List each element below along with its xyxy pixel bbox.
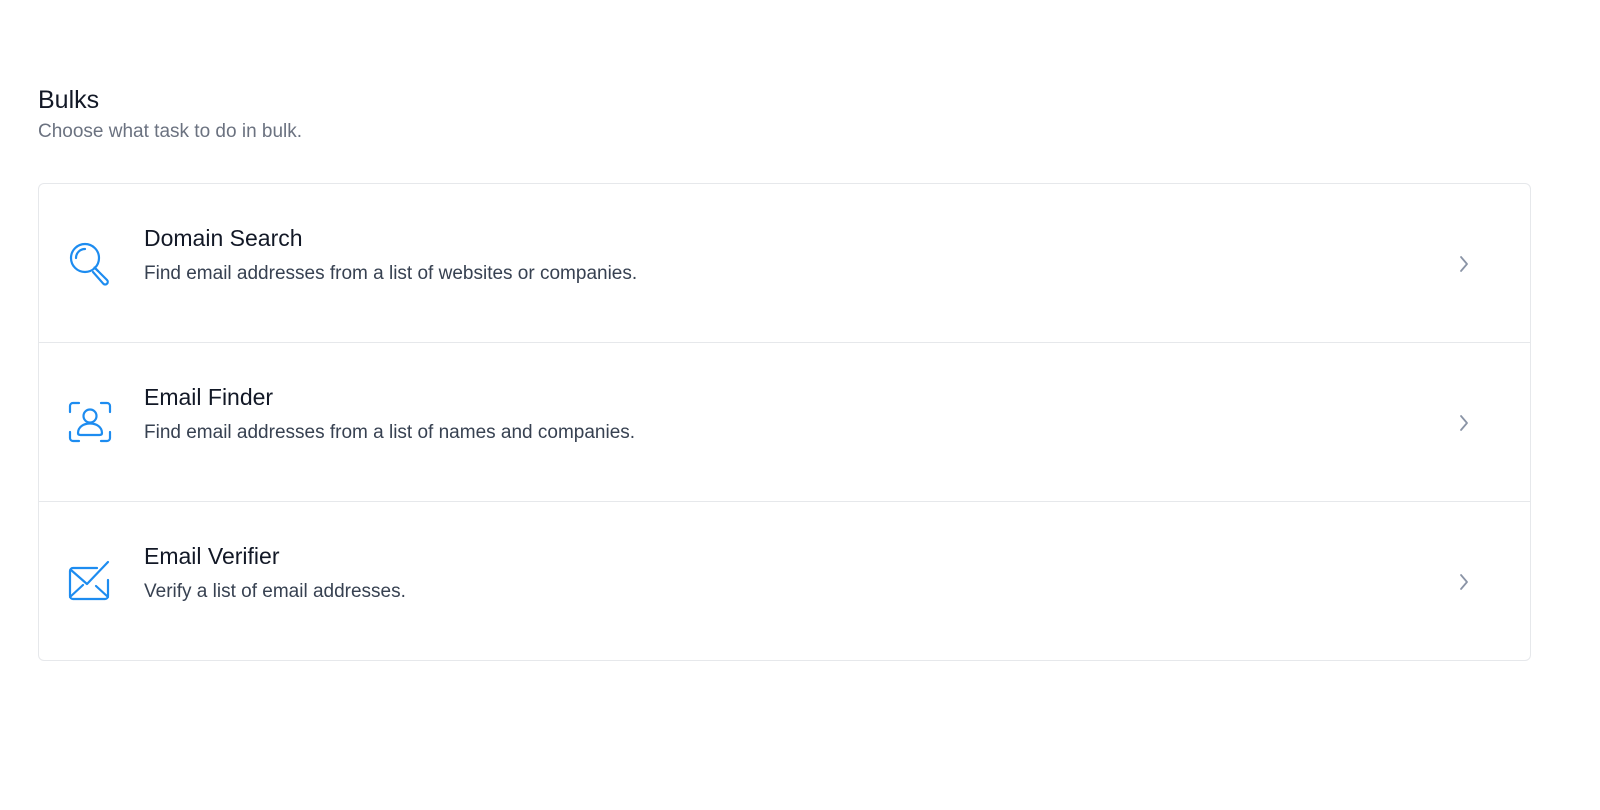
chevron-right-icon	[1456, 413, 1472, 433]
magnifier-icon	[67, 240, 113, 286]
page-subtitle: Choose what task to do in bulk.	[38, 121, 303, 142]
task-email-finder[interactable]: Email Finder Find email addresses from a…	[39, 342, 1530, 501]
task-name: Email Verifier	[144, 543, 280, 569]
chevron-right-icon	[1456, 572, 1472, 592]
task-name: Domain Search	[144, 225, 303, 251]
person-scan-icon	[67, 399, 113, 445]
task-description: Find email addresses from a list of name…	[144, 422, 636, 443]
task-description: Verify a list of email addresses.	[144, 581, 406, 602]
task-name: Email Finder	[144, 384, 274, 410]
task-email-verifier[interactable]: Email Verifier Verify a list of email ad…	[39, 501, 1530, 660]
chevron-right-icon	[1456, 254, 1472, 274]
envelope-check-icon	[67, 558, 113, 604]
page-title: Bulks	[38, 85, 100, 114]
task-domain-search[interactable]: Domain Search Find email addresses from …	[39, 184, 1530, 342]
bulk-task-list: Domain Search Find email addresses from …	[38, 183, 1531, 661]
task-description: Find email addresses from a list of webs…	[144, 263, 638, 284]
